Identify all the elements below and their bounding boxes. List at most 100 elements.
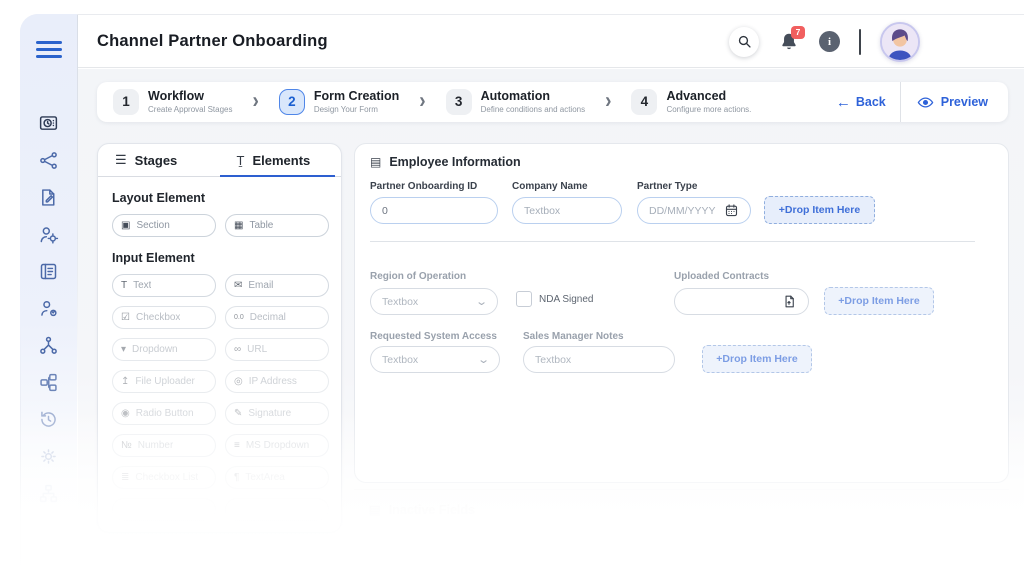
tab-elements[interactable]: Ṯ Elements xyxy=(219,144,342,177)
ip-address-icon: ◎ xyxy=(234,375,243,387)
info-button[interactable]: i xyxy=(819,31,840,52)
element-pill-url[interactable]: ∞ URL xyxy=(225,338,329,361)
number-icon: № xyxy=(121,439,132,451)
chevron-down-icon: ⌄ xyxy=(474,296,488,308)
element-pill-radio-button[interactable]: ◉ Radio Button xyxy=(112,402,216,425)
element-pill-section[interactable]: ▣ Section xyxy=(112,214,216,237)
element-pill-table[interactable]: ▦ Table xyxy=(225,214,329,237)
inactive-fields-section[interactable]: ▤ Inactive Fields xyxy=(354,489,1009,529)
element-pill-decimal[interactable]: 0.0 Decimal xyxy=(225,306,329,329)
section-icon: ▣ xyxy=(121,219,131,231)
step-desc: Define conditions and actions xyxy=(480,104,586,114)
page-title: Channel Partner Onboarding xyxy=(97,32,328,50)
share-nodes-icon[interactable] xyxy=(38,334,60,356)
company-name-label: Company Name xyxy=(512,181,588,192)
drop-zone-1[interactable]: +Drop Item Here xyxy=(764,196,875,224)
manager-notes-label: Sales Manager Notes xyxy=(523,331,624,342)
chevron-right-icon: › xyxy=(605,89,612,114)
table-icon: ▦ xyxy=(234,219,244,231)
file-upload-icon[interactable] xyxy=(782,294,797,309)
form-canvas: ▤ Employee Information Partner Onboardin… xyxy=(354,143,1009,483)
radio-button-icon: ◉ xyxy=(121,407,130,419)
element-pill-dropdown[interactable]: ▾ Dropdown xyxy=(112,338,216,361)
element-pill-faded[interactable] xyxy=(112,498,216,521)
element-pill-faded[interactable] xyxy=(225,498,329,521)
stages-icon: ☰ xyxy=(115,152,127,167)
text-element-icon: Ṯ xyxy=(236,152,245,168)
region-label: Region of Operation xyxy=(370,271,467,282)
step-label: Advanced xyxy=(666,88,727,103)
sidebar-nav xyxy=(20,112,77,504)
partner-type-date-field[interactable] xyxy=(637,197,751,224)
element-pill-number[interactable]: № Number xyxy=(112,434,216,457)
region-select[interactable]: ⌄ xyxy=(370,288,498,315)
drop-zone-3[interactable]: +Drop Item Here xyxy=(702,345,812,373)
partner-type-label: Partner Type xyxy=(637,181,698,192)
dashboard-icon[interactable] xyxy=(38,112,60,134)
partner-id-field[interactable] xyxy=(370,197,498,224)
manager-notes-field[interactable] xyxy=(523,346,675,373)
palette-tabs: ☰ Stages Ṯ Elements xyxy=(98,144,341,177)
element-pill-signature[interactable]: ✎ Signature xyxy=(225,402,329,425)
back-button[interactable]: ← Back xyxy=(822,94,900,111)
user-roles-icon[interactable] xyxy=(38,297,60,319)
system-access-label: Requested System Access xyxy=(370,331,497,342)
nda-signed-label: NDA Signed xyxy=(539,294,594,305)
org-chart-icon[interactable] xyxy=(38,482,60,504)
textarea-icon: ¶ xyxy=(234,471,240,483)
back-arrow-icon: ← xyxy=(835,93,851,111)
step-workflow[interactable]: 1 Workflow Create Approval Stages xyxy=(113,88,233,115)
checkbox-icon: ☑ xyxy=(121,311,130,323)
approval-stages-icon[interactable] xyxy=(38,149,60,171)
element-pill-checkbox[interactable]: ☑ Checkbox xyxy=(112,306,216,329)
step-form-creation[interactable]: 2 Form Creation Design Your Form xyxy=(278,88,400,115)
step-automation[interactable]: 3 Automation Define conditions and actio… xyxy=(445,88,586,115)
partner-id-label: Partner Onboarding ID xyxy=(370,181,478,192)
user-avatar[interactable] xyxy=(880,21,920,62)
system-access-select[interactable]: ⌄ xyxy=(370,346,500,373)
element-palette-panel: ☰ Stages Ṯ Elements Layout Element ▣ Sec… xyxy=(97,143,342,533)
section-header-employee-information[interactable]: ▤ Employee Information xyxy=(370,155,521,169)
layout-element-heading: Layout Element xyxy=(112,191,206,205)
preview-button[interactable]: Preview xyxy=(901,94,1008,111)
element-pill-ip-address[interactable]: ◎ IP Address xyxy=(225,370,329,393)
eye-icon xyxy=(917,96,934,108)
nda-signed-checkbox[interactable] xyxy=(516,291,532,307)
company-name-field[interactable] xyxy=(512,197,622,224)
records-icon[interactable] xyxy=(38,260,60,282)
section-title: Employee Information xyxy=(389,155,521,169)
element-pill-checkbox-list[interactable]: ≣ Checkbox List xyxy=(112,466,216,489)
contracts-file-field[interactable] xyxy=(674,288,809,315)
history-icon[interactable] xyxy=(38,408,60,430)
step-advanced[interactable]: 4 Advanced Configure more actions. xyxy=(631,88,751,115)
element-pill-textarea[interactable]: ¶ TextArea xyxy=(225,466,329,489)
signature-icon: ✎ xyxy=(234,407,243,419)
notifications-button[interactable]: 7 xyxy=(778,25,805,54)
input-element-grid: T Text ✉ Email ☑ Checkbox 0.0 Decimal ▾ … xyxy=(98,274,341,521)
hamburger-menu-icon[interactable] xyxy=(36,41,62,58)
avatar-illustration xyxy=(882,23,918,60)
step-label: Workflow xyxy=(148,88,205,103)
user-config-icon[interactable] xyxy=(38,223,60,245)
search-button[interactable] xyxy=(729,26,759,57)
step-label: Automation xyxy=(480,88,551,103)
header-actions: 7 i xyxy=(729,15,920,68)
tab-stages[interactable]: ☰ Stages xyxy=(98,144,220,176)
decimal-icon: 0.0 xyxy=(234,314,244,321)
settings-icon[interactable] xyxy=(38,445,60,467)
form-builder-icon[interactable] xyxy=(38,186,60,208)
element-pill-file-uploader[interactable]: ↥ File Uploader xyxy=(112,370,216,393)
main-area: 1 Workflow Create Approval Stages › 2 Fo… xyxy=(78,69,1024,576)
drop-zone-2[interactable]: +Drop Item Here xyxy=(824,287,934,315)
integrations-icon[interactable] xyxy=(38,371,60,393)
step-desc: Design Your Form xyxy=(313,104,378,114)
input-element-heading: Input Element xyxy=(112,251,195,265)
element-pill-email[interactable]: ✉ Email xyxy=(225,274,329,297)
text-icon: T xyxy=(121,279,128,291)
layout-element-grid: ▣ Section ▦ Table xyxy=(98,214,341,237)
calendar-icon[interactable] xyxy=(724,203,739,218)
element-pill-text[interactable]: T Text xyxy=(112,274,216,297)
step-label: Form Creation xyxy=(313,88,400,103)
search-icon xyxy=(738,35,751,48)
element-pill-ms-dropdown[interactable]: ≡ MS Dropdown xyxy=(225,434,329,457)
